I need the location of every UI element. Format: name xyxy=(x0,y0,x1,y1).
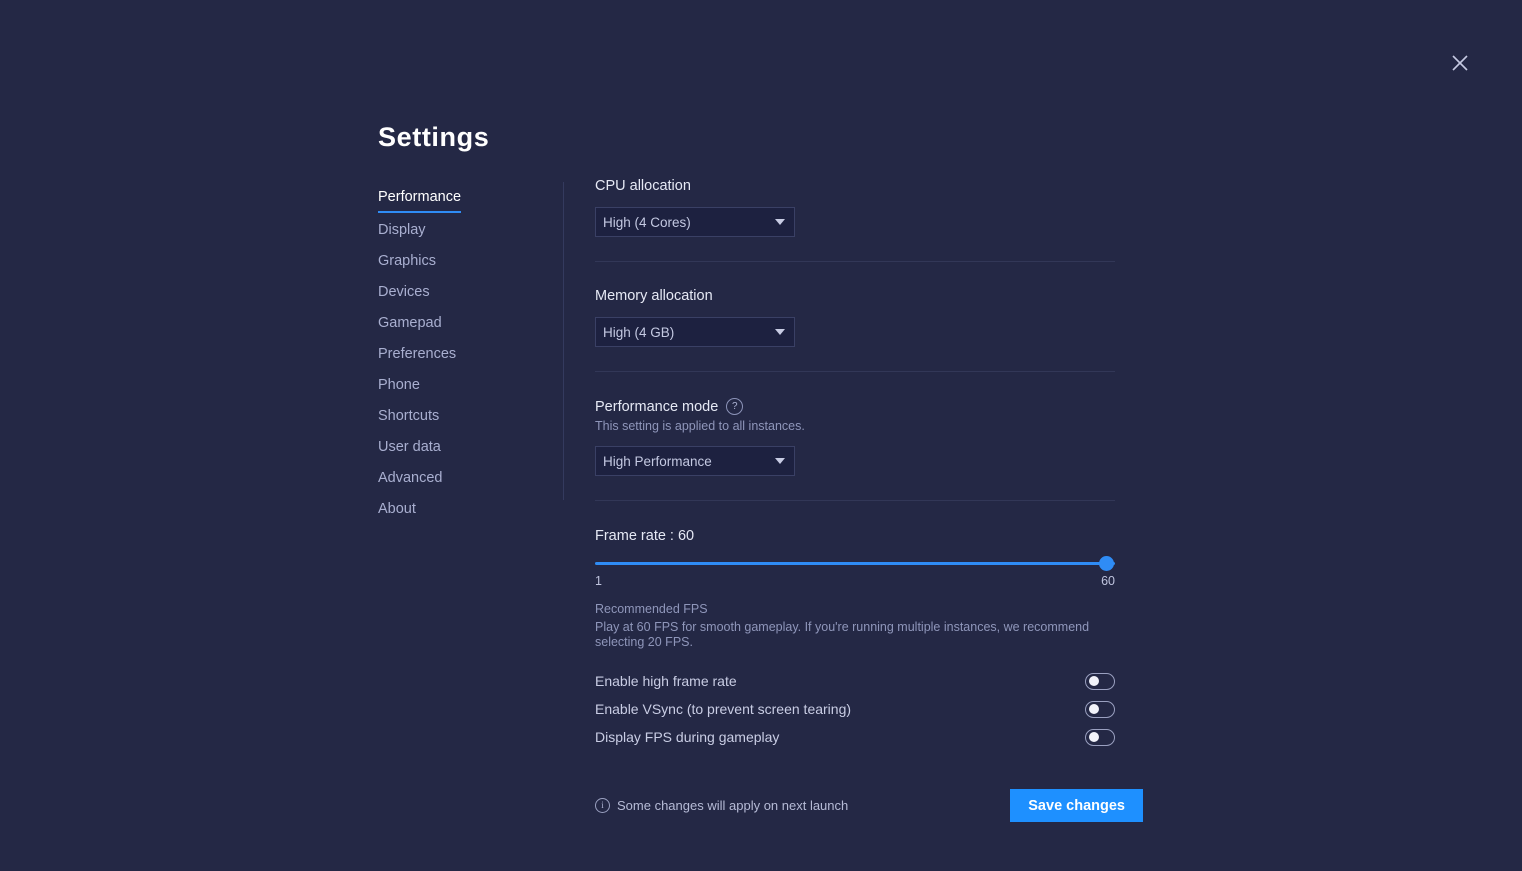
slider-min-label: 1 xyxy=(595,574,602,588)
frame-rate-slider[interactable] xyxy=(595,556,1115,572)
info-circle-icon: i xyxy=(595,798,610,813)
sidebar-item-phone[interactable]: Phone xyxy=(378,370,548,401)
footer-note: i Some changes will apply on next launch xyxy=(595,798,848,813)
recommended-fps-title: Recommended FPS xyxy=(595,602,1143,616)
toggle-row-vsync: Enable VSync (to prevent screen tearing) xyxy=(595,695,1115,723)
sidebar-content-divider xyxy=(563,182,564,500)
cpu-allocation-section: CPU allocation High (4 Cores) xyxy=(595,178,1143,237)
chevron-down-icon xyxy=(775,329,785,335)
toggle-knob xyxy=(1089,704,1099,714)
memory-allocation-select[interactable]: High (4 GB) xyxy=(595,317,795,347)
toggle-label: Enable high frame rate xyxy=(595,673,737,689)
memory-allocation-section: Memory allocation High (4 GB) xyxy=(595,288,1143,347)
chevron-down-icon xyxy=(775,458,785,464)
performance-mode-section: Performance mode ? This setting is appli… xyxy=(595,398,1143,476)
slider-track[interactable] xyxy=(595,562,1115,565)
cpu-allocation-value: High (4 Cores) xyxy=(603,215,691,230)
sidebar-item-user-data[interactable]: User data xyxy=(378,432,548,463)
toggle-knob xyxy=(1089,732,1099,742)
sidebar-item-label[interactable]: User data xyxy=(378,432,441,463)
sidebar-item-label[interactable]: About xyxy=(378,494,416,525)
sidebar-item-gamepad[interactable]: Gamepad xyxy=(378,308,548,339)
save-changes-button[interactable]: Save changes xyxy=(1010,789,1143,822)
memory-allocation-value: High (4 GB) xyxy=(603,325,674,340)
performance-mode-value: High Performance xyxy=(603,454,712,469)
settings-footer: i Some changes will apply on next launch… xyxy=(595,789,1143,822)
sidebar-item-devices[interactable]: Devices xyxy=(378,277,548,308)
sidebar-item-preferences[interactable]: Preferences xyxy=(378,339,548,370)
toggle-display-fps[interactable] xyxy=(1085,729,1115,746)
sidebar-item-label[interactable]: Performance xyxy=(378,184,461,213)
toggle-list: Enable high frame rate Enable VSync (to … xyxy=(595,667,1115,751)
sidebar-item-label[interactable]: Gamepad xyxy=(378,308,442,339)
cpu-allocation-label: CPU allocation xyxy=(595,178,1143,194)
sidebar-item-performance[interactable]: Performance xyxy=(378,184,548,215)
performance-mode-note: This setting is applied to all instances… xyxy=(595,419,1143,433)
sidebar-item-label[interactable]: Display xyxy=(378,215,426,246)
toggle-row-high-frame-rate: Enable high frame rate xyxy=(595,667,1115,695)
sidebar-item-about[interactable]: About xyxy=(378,494,548,525)
toggle-vsync[interactable] xyxy=(1085,701,1115,718)
help-circle-icon[interactable]: ? xyxy=(726,398,743,415)
sidebar-item-label[interactable]: Shortcuts xyxy=(378,401,439,432)
frame-rate-section: Frame rate : 60 1 60 Recommended FPS Pla… xyxy=(595,528,1143,650)
slider-max-label: 60 xyxy=(1101,574,1115,588)
sidebar-item-display[interactable]: Display xyxy=(378,215,548,246)
divider xyxy=(595,371,1115,372)
sidebar-item-shortcuts[interactable]: Shortcuts xyxy=(378,401,548,432)
divider xyxy=(595,500,1115,501)
sidebar-item-label[interactable]: Preferences xyxy=(378,339,456,370)
toggle-high-frame-rate[interactable] xyxy=(1085,673,1115,690)
sidebar-item-label[interactable]: Graphics xyxy=(378,246,436,277)
performance-mode-select[interactable]: High Performance xyxy=(595,446,795,476)
slider-thumb[interactable] xyxy=(1099,556,1114,571)
close-button[interactable] xyxy=(1447,50,1473,76)
close-icon xyxy=(1451,54,1469,72)
cpu-allocation-select[interactable]: High (4 Cores) xyxy=(595,207,795,237)
frame-rate-label: Frame rate : 60 xyxy=(595,528,1143,544)
page-title: Settings xyxy=(378,122,489,153)
sidebar-item-advanced[interactable]: Advanced xyxy=(378,463,548,494)
toggle-label: Display FPS during gameplay xyxy=(595,729,779,745)
toggle-knob xyxy=(1089,676,1099,686)
sidebar-item-label[interactable]: Devices xyxy=(378,277,430,308)
performance-mode-label: Performance mode xyxy=(595,399,718,415)
sidebar-item-label[interactable]: Advanced xyxy=(378,463,443,494)
chevron-down-icon xyxy=(775,219,785,225)
recommended-fps-body: Play at 60 FPS for smooth gameplay. If y… xyxy=(595,620,1113,650)
toggle-row-display-fps: Display FPS during gameplay xyxy=(595,723,1115,751)
divider xyxy=(595,261,1115,262)
settings-sidebar: Performance Display Graphics Devices Gam… xyxy=(378,184,548,525)
toggle-label: Enable VSync (to prevent screen tearing) xyxy=(595,701,851,717)
sidebar-item-label[interactable]: Phone xyxy=(378,370,420,401)
sidebar-item-graphics[interactable]: Graphics xyxy=(378,246,548,277)
footer-note-text: Some changes will apply on next launch xyxy=(617,798,848,813)
slider-scale: 1 60 xyxy=(595,574,1115,590)
memory-allocation-label: Memory allocation xyxy=(595,288,1143,304)
settings-content: CPU allocation High (4 Cores) Memory all… xyxy=(595,178,1143,822)
